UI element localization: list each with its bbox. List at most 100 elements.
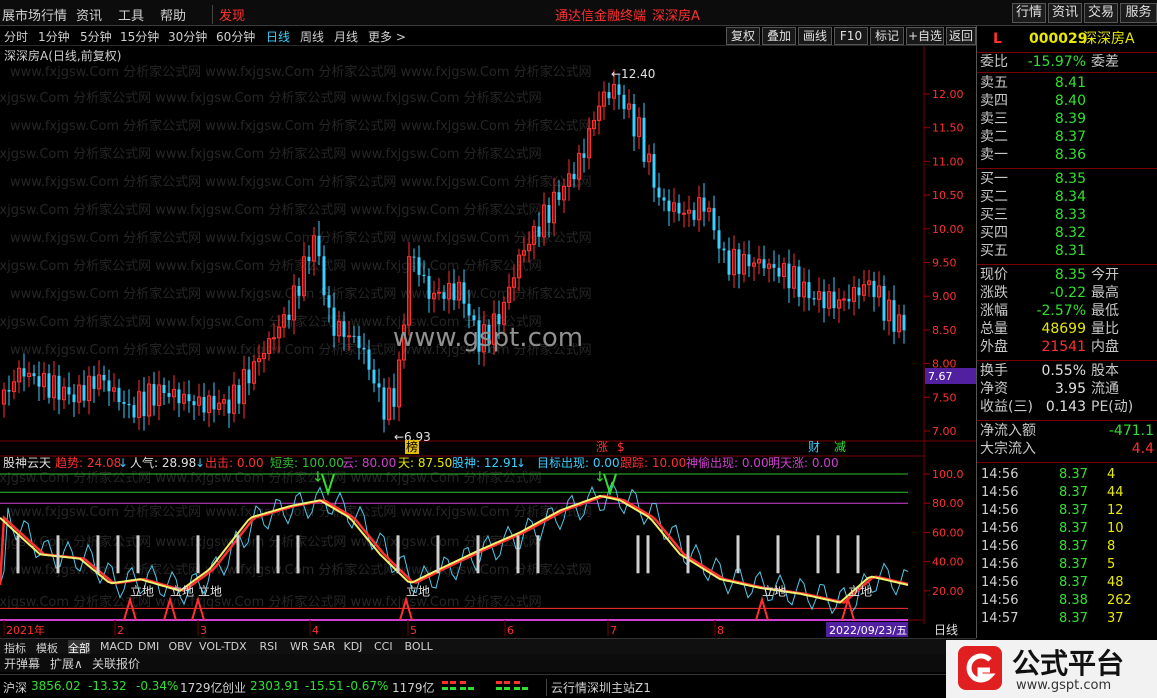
candle-body: [72, 394, 76, 403]
flow-label: 净流入额: [980, 423, 1036, 439]
app-title: 通达信金融终端: [555, 9, 647, 24]
tf-more[interactable]: 更多 >: [368, 28, 406, 45]
stat-value: 8.35: [1054, 267, 1086, 283]
tick-time: 14:56: [981, 467, 1019, 482]
candle-body: [842, 298, 846, 301]
date-axis-label: 7: [610, 624, 617, 637]
ask-price: 8.41: [1054, 75, 1086, 91]
mark-button[interactable]: 标记: [870, 27, 904, 45]
server-status[interactable]: 云行情深圳主站Z1: [546, 679, 651, 696]
tick-price: 8.37: [1059, 575, 1088, 590]
event-marker[interactable]: 涨: [596, 439, 608, 454]
candle-body: [737, 249, 741, 275]
indicator-axis-label: 100.0: [932, 468, 964, 481]
stat-value: 48699: [1041, 321, 1086, 337]
expand-button[interactable]: 扩展∧: [50, 655, 83, 672]
nav-quote-button[interactable]: 行情: [1012, 3, 1046, 23]
candle-body: [92, 376, 96, 389]
watermark-line: www.fxjgsw.Com 分析家公式网 www.fxjgsw.Com 分析家…: [0, 470, 542, 486]
price-axis-label: 7.00: [932, 425, 957, 438]
menu-item-discover[interactable]: 发现: [212, 5, 245, 24]
chart-title: 深深房A(日线,前复权): [4, 48, 121, 63]
tick-price: 8.37: [1059, 521, 1088, 536]
indicator-tab[interactable]: KDJ: [344, 640, 363, 653]
candle-body: [247, 369, 251, 384]
tick-row: 14:57 8.37 37: [977, 610, 1157, 628]
f10-button[interactable]: F10: [834, 27, 868, 45]
menu-item-market[interactable]: 展市场行情: [2, 5, 67, 24]
candle-body: [692, 210, 696, 220]
tf-daily[interactable]: 日线: [266, 28, 290, 45]
ask-price: 8.36: [1054, 147, 1086, 163]
tf-60min[interactable]: 60分钟: [216, 28, 255, 45]
draw-button[interactable]: 画线: [798, 27, 832, 45]
back-button[interactable]: 返回: [946, 27, 976, 45]
menu-item-news[interactable]: 资讯: [76, 5, 102, 24]
high-price-label: ←12.40: [611, 67, 655, 81]
candle-body: [607, 92, 611, 99]
cy-value: 2303.91: [250, 679, 300, 693]
lidi-label: 立地: [406, 584, 430, 599]
stat-label2: 今开: [1091, 267, 1119, 283]
indicator-tab[interactable]: BOLL: [405, 640, 433, 653]
nav-service-button[interactable]: 服务: [1120, 3, 1157, 23]
tf-30min[interactable]: 30分钟: [168, 28, 207, 45]
add-watchlist-button[interactable]: +自选: [906, 27, 944, 45]
candle-body: [342, 321, 346, 337]
indicator-tab[interactable]: CCI: [374, 640, 393, 653]
event-marker[interactable]: 榜: [406, 439, 418, 454]
candle-body: [382, 387, 386, 420]
candle-body: [537, 226, 541, 237]
sh-change: -13.32: [88, 679, 127, 693]
candle-body: [872, 280, 876, 297]
bid-price: 8.31: [1054, 243, 1086, 259]
tick-row: 14:56 8.37 10: [977, 520, 1157, 538]
indicator-tab[interactable]: DMI: [138, 640, 159, 653]
indicator-name[interactable]: 股神云天: [3, 456, 51, 470]
tf-weekly[interactable]: 周线: [300, 28, 324, 45]
danmaku-button[interactable]: 开弹幕: [4, 655, 40, 672]
price-axis-label: 11.50: [932, 122, 964, 135]
indicator-tab[interactable]: SAR: [313, 640, 335, 653]
candle-body: [227, 399, 231, 414]
watermark-line: www.fxjgsw.Com 分析家公式网 www.fxjgsw.Com 分析家…: [0, 90, 542, 106]
nav-trade-button[interactable]: 交易: [1084, 3, 1118, 23]
bid-row: 买三 8.33: [977, 206, 1157, 224]
buy-spike: [755, 596, 769, 621]
menu-item-help[interactable]: 帮助: [160, 5, 186, 24]
event-marker[interactable]: 减: [834, 440, 846, 454]
indicator-tab[interactable]: VOL-TDX: [199, 640, 247, 653]
kline-chart-area[interactable]: www.fxjgsw.Com 分析家公式网 www.fxjgsw.Com 分析家…: [0, 46, 976, 638]
lidi-label: 立地: [848, 584, 872, 599]
candle-body: [412, 256, 416, 258]
adjust-button[interactable]: 复权: [726, 27, 760, 45]
indicator-tab[interactable]: MACD: [100, 640, 133, 653]
candle-body: [102, 374, 106, 381]
tf-1min[interactable]: 1分钟: [38, 28, 70, 45]
stat-row: 总量 48699 量比: [977, 320, 1157, 338]
indicator-tab[interactable]: RSI: [260, 640, 278, 653]
tf-monthly[interactable]: 月线: [334, 28, 358, 45]
candle-body: [642, 117, 646, 162]
indicator-tab[interactable]: WR: [290, 640, 309, 653]
tf-5min[interactable]: 5分钟: [80, 28, 112, 45]
tf-intraday[interactable]: 分时: [4, 28, 28, 45]
candle-body: [857, 287, 861, 296]
event-marker[interactable]: 财: [808, 440, 820, 454]
ask-row: 卖二 8.37: [977, 128, 1157, 146]
event-marker[interactable]: $: [617, 440, 625, 454]
related-quote-button[interactable]: 关联报价: [92, 655, 140, 672]
stat-label: 总量: [980, 321, 1008, 337]
nav-news-button[interactable]: 资讯: [1048, 3, 1082, 23]
overlay-button[interactable]: 叠加: [762, 27, 796, 45]
stat-label2: 量比: [1091, 321, 1119, 337]
menu-item-tools[interactable]: 工具: [118, 5, 144, 24]
candle-body: [372, 369, 376, 384]
tf-15min[interactable]: 15分钟: [120, 28, 159, 45]
stat2-row: 收益(三) 0.143 PE(动): [977, 398, 1157, 416]
tick-volume: 4: [1107, 467, 1116, 482]
candle-body: [22, 368, 26, 377]
stat-label2: 内盘: [1091, 339, 1119, 355]
tick-row: 14:56 8.37 12: [977, 502, 1157, 520]
indicator-tab[interactable]: OBV: [169, 640, 192, 653]
